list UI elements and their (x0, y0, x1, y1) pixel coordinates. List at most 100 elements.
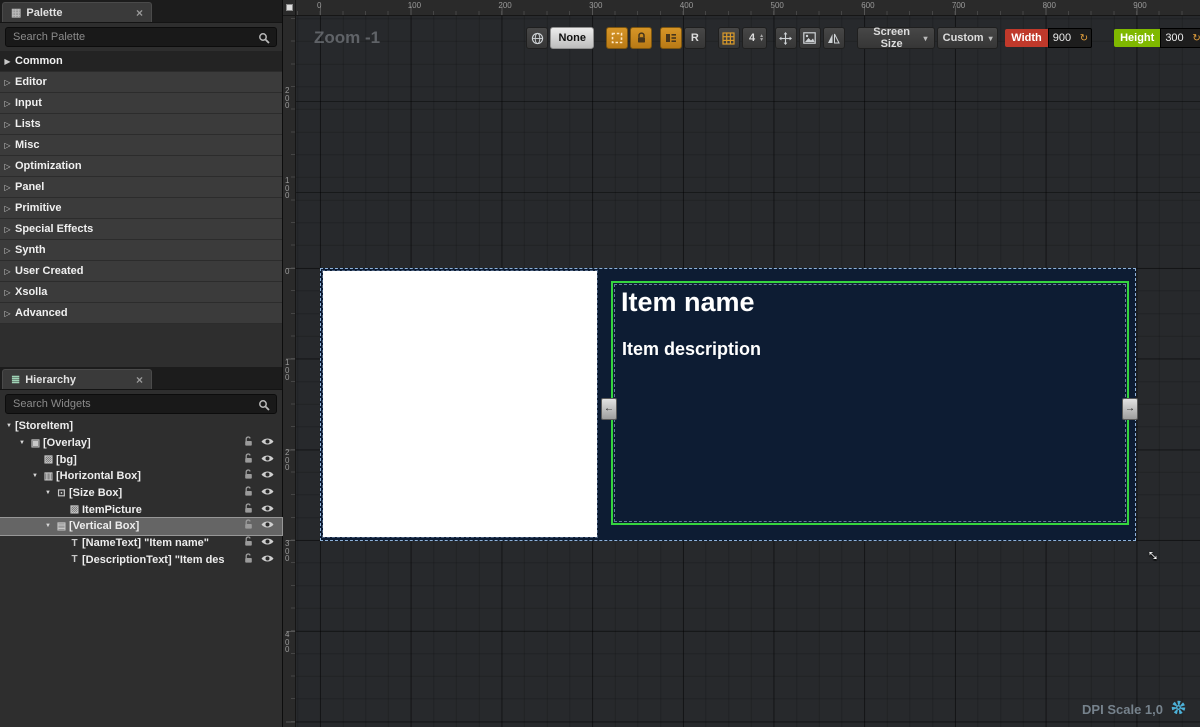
expander-icon[interactable]: ▼ (3, 423, 15, 429)
hierarchy-row[interactable]: ▼ [StoreItem] (0, 418, 282, 435)
localization-preview-button[interactable] (526, 27, 548, 49)
respect-locks-button[interactable]: R (684, 27, 706, 49)
layout-mode-button[interactable] (660, 27, 682, 49)
eye-icon[interactable] (261, 537, 274, 549)
align-right-handle[interactable]: → (1122, 398, 1138, 420)
category-arrow-icon[interactable]: ▷ (0, 225, 15, 234)
category-arrow-icon[interactable]: ▷ (0, 183, 15, 192)
lock-icon[interactable] (243, 503, 254, 517)
reset-width-icon[interactable]: ↻ (1080, 33, 1088, 44)
category-arrow-icon[interactable]: ▷ (0, 141, 15, 150)
dpi-settings-gear-icon[interactable] (1171, 700, 1186, 718)
screen-size-dropdown[interactable]: Screen Size ▾ (857, 27, 936, 49)
lock-icon[interactable] (243, 553, 254, 567)
hierarchy-row[interactable]: ▼ ▣ [Overlay] (0, 435, 282, 452)
height-input[interactable] (1165, 32, 1192, 44)
hierarchy-search-input[interactable] (5, 394, 277, 414)
palette-category[interactable]: ▶ Common (0, 51, 282, 72)
category-arrow-icon[interactable]: ▷ (0, 204, 15, 213)
category-arrow-icon[interactable]: ▷ (0, 78, 15, 87)
tree-row-label: [Vertical Box] (69, 520, 139, 532)
design-canvas[interactable]: Zoom -1 None R (296, 16, 1200, 727)
eye-icon[interactable] (261, 487, 274, 499)
vertical-box-selection[interactable]: Item name Item description (611, 281, 1129, 525)
category-arrow-icon[interactable]: ▷ (0, 309, 15, 318)
expander-icon[interactable]: ▼ (29, 473, 41, 479)
palette-category[interactable]: ▷ Editor (0, 72, 282, 93)
image-icon: ▨ (67, 504, 82, 515)
eye-icon[interactable] (261, 504, 274, 516)
close-icon[interactable]: × (136, 375, 143, 385)
item-info-panel[interactable]: Item name Item description (599, 270, 1134, 538)
eye-icon[interactable] (261, 437, 274, 449)
palette-category[interactable]: ▷ Panel (0, 177, 282, 198)
palette-category[interactable]: ▷ Misc (0, 135, 282, 156)
h-ruler-label: 500 (771, 1, 784, 10)
category-arrow-icon[interactable]: ▷ (0, 246, 15, 255)
lock-icon[interactable] (243, 453, 254, 467)
preview-image-button[interactable] (799, 27, 821, 49)
tree-row-label: [NameText] "Item name" (82, 537, 209, 549)
palette-category[interactable]: ▷ Advanced (0, 303, 282, 324)
palette-category[interactable]: ▷ Optimization (0, 156, 282, 177)
row-controls (243, 436, 282, 450)
lock-icon[interactable] (243, 486, 254, 500)
reset-height-icon[interactable]: ↻ (1192, 33, 1200, 44)
lock-icon[interactable] (243, 436, 254, 450)
expander-icon[interactable]: ▼ (42, 523, 54, 529)
grid-snap-button[interactable] (718, 27, 740, 49)
palette-category[interactable]: ▷ User Created (0, 261, 282, 282)
category-label: Editor (15, 76, 47, 88)
category-arrow-icon[interactable]: ▷ (0, 99, 15, 108)
lock-icon[interactable] (243, 536, 254, 550)
width-label: Width (1005, 29, 1047, 47)
category-arrow-icon[interactable]: ▷ (0, 267, 15, 276)
category-arrow-icon[interactable]: ▷ (0, 120, 15, 129)
expander-icon[interactable]: ▼ (16, 440, 28, 446)
lock-icon[interactable] (243, 469, 254, 483)
palette-category[interactable]: ▷ Lists (0, 114, 282, 135)
palette-category[interactable]: ▷ Special Effects (0, 219, 282, 240)
custom-size-dropdown[interactable]: Custom ▾ (937, 27, 997, 49)
width-field: Width ↻ (1005, 28, 1092, 48)
hierarchy-row[interactable]: ▨ ItemPicture (0, 501, 282, 518)
hierarchy-panel: ≣ Hierarchy × ▼ [StoreItem] (0, 367, 282, 727)
hierarchy-row[interactable]: T [DescriptionText] "Item des (0, 552, 282, 569)
outline-mode-button[interactable] (606, 27, 628, 49)
storeitem-widget-preview[interactable]: Item name Item description ← → (320, 268, 1136, 541)
hierarchy-row[interactable]: ▼ ▥ [Horizontal Box] (0, 468, 282, 485)
close-icon[interactable]: × (136, 8, 143, 18)
stepper-arrows-icon[interactable]: ▲▼ (759, 34, 764, 42)
grid-snap-size-stepper[interactable]: 4 ▲▼ (742, 27, 767, 49)
hierarchy-row[interactable]: ▨ [bg] (0, 451, 282, 468)
item-picture-box[interactable] (323, 271, 597, 537)
flip-preview-button[interactable] (823, 27, 845, 49)
category-arrow-icon[interactable]: ▷ (0, 162, 15, 171)
palette-category[interactable]: ▷ Primitive (0, 198, 282, 219)
transform-mode-button[interactable] (775, 27, 797, 49)
row-controls (243, 519, 282, 533)
eye-icon[interactable] (261, 520, 274, 532)
eye-icon[interactable] (261, 554, 274, 566)
expander-icon[interactable]: ▼ (42, 490, 54, 496)
eye-icon[interactable] (261, 454, 274, 466)
hierarchy-row[interactable]: ▼ ⊡ [Size Box] (0, 485, 282, 502)
lock-widgets-button[interactable] (630, 27, 652, 49)
h-ruler-label: 600 (861, 1, 874, 10)
palette-category[interactable]: ▷ Input (0, 93, 282, 114)
palette-category[interactable]: ▷ Synth (0, 240, 282, 261)
palette-category[interactable]: ▷ Xsolla (0, 282, 282, 303)
category-arrow-icon[interactable]: ▷ (0, 288, 15, 297)
hierarchy-row[interactable]: ▼ ▤ [Vertical Box] (0, 518, 282, 535)
align-left-handle[interactable]: ← (601, 398, 617, 420)
eye-icon[interactable] (261, 470, 274, 482)
palette-search-input[interactable] (5, 27, 277, 47)
lock-icon[interactable] (243, 519, 254, 533)
hierarchy-row[interactable]: T [NameText] "Item name" (0, 535, 282, 552)
preview-background-button[interactable]: None (550, 27, 594, 49)
category-arrow-icon[interactable]: ▶ (0, 57, 15, 66)
tab-palette[interactable]: ▦ Palette × (2, 2, 152, 22)
width-input[interactable] (1053, 32, 1080, 44)
tab-hierarchy[interactable]: ≣ Hierarchy × (2, 369, 152, 389)
tree-row-label: ItemPicture (82, 504, 142, 516)
